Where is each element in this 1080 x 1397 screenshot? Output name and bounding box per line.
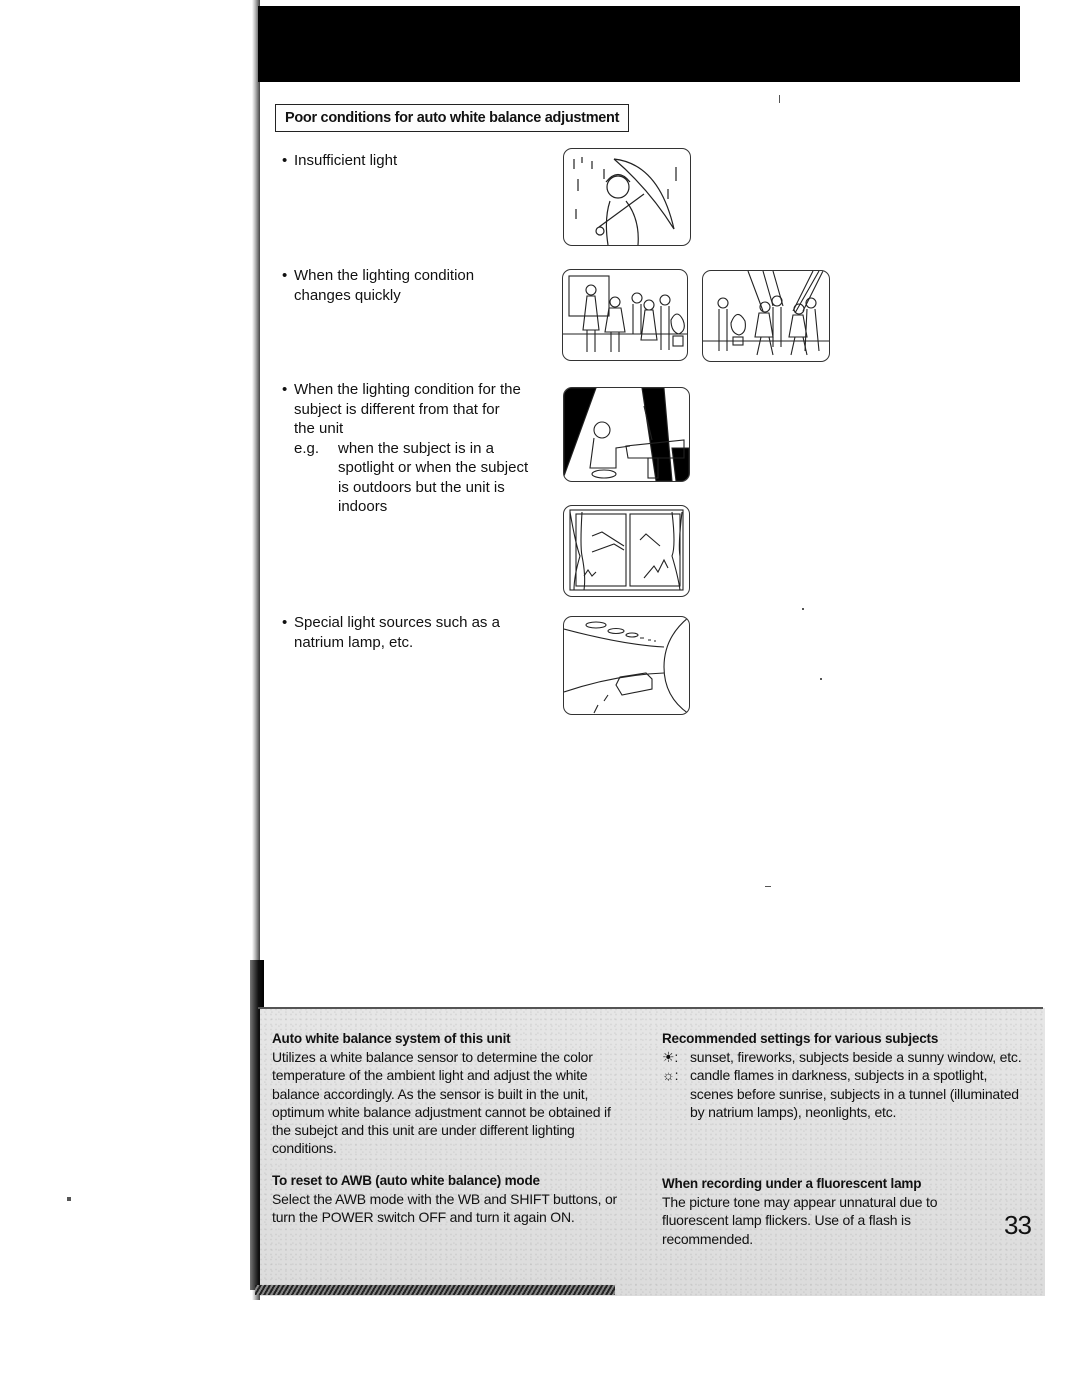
recommended-item-text: candle flames in darkness, subjects in a… — [690, 1067, 1019, 1120]
bullet-dot: • — [282, 152, 288, 169]
condition-item-special-light: • Special light sources such as a natriu… — [282, 613, 500, 652]
outdoor-sun-icon: ☀: — [662, 1049, 679, 1066]
reset-awb-heading: To reset to AWB (auto white balance) mod… — [272, 1173, 540, 1188]
notes-panel-base-shadow — [255, 1285, 615, 1295]
reset-awb-body: Select the AWB mode with the WB and SHIF… — [272, 1191, 618, 1226]
pianist-in-spotlight-illustration — [563, 387, 690, 482]
bullet-dot: • — [282, 614, 288, 631]
condition-text: When the lighting condition changes quic… — [294, 267, 475, 304]
condition-text: When the lighting condition for the subj… — [294, 381, 521, 437]
section-title: Poor conditions for auto white balance a… — [275, 104, 630, 132]
example-text: when the subject is in a spotlight or wh… — [338, 439, 529, 516]
bullet-dot: • — [282, 267, 288, 284]
recommended-item-indoor: ☼: candle flames in darkness, subjects i… — [662, 1066, 1022, 1121]
condition-item-insufficient-light: • Insufficient light — [282, 151, 397, 171]
condition-text: Insufficient light — [294, 152, 398, 169]
awb-system-note: Auto white balance system of this unit U… — [272, 1030, 632, 1157]
header-bar — [258, 6, 1020, 82]
bullet-dot: • — [282, 381, 288, 398]
scan-speck — [67, 1197, 71, 1201]
fluorescent-lamp-note: When recording under a fluorescent lamp … — [662, 1175, 972, 1248]
recommended-item-outdoor: ☀: sunset, fireworks, subjects beside a … — [662, 1048, 1022, 1066]
recommended-settings-note: Recommended settings for various subject… — [662, 1030, 1022, 1121]
scan-speck — [820, 678, 822, 680]
window-with-curtains-illustration — [563, 505, 690, 597]
reset-awb-note: To reset to AWB (auto white balance) mod… — [272, 1172, 632, 1227]
scan-speck — [765, 886, 771, 887]
person-with-umbrella-in-rain-illustration — [563, 148, 691, 246]
party-indoor-illustration — [562, 269, 688, 361]
notes-panel-divider — [258, 1007, 1043, 1009]
condition-item-lighting-changes: • When the lighting condition changes qu… — [282, 266, 474, 305]
awb-system-heading: Auto white balance system of this unit — [272, 1031, 511, 1046]
condition-example: e.g. when the subject is in a spotlight … — [294, 439, 528, 517]
condition-item-different-lighting: • When the lighting condition for the su… — [282, 380, 528, 517]
recommended-heading: Recommended settings for various subject… — [662, 1031, 939, 1046]
fluorescent-heading: When recording under a fluorescent lamp — [662, 1176, 922, 1191]
example-label: e.g. — [294, 439, 320, 457]
page-number: 33 — [1004, 1210, 1032, 1240]
indoor-lamp-icon: ☼: — [662, 1067, 679, 1084]
section-title-text: Poor conditions for auto white balance a… — [285, 110, 620, 126]
condition-text: Special light sources such as a natrium … — [294, 614, 500, 651]
awb-system-body: Utilizes a white balance sensor to deter… — [272, 1049, 611, 1157]
scan-speck — [802, 608, 804, 610]
fluorescent-body: The picture tone may appear unnatural du… — [662, 1194, 938, 1247]
scan-speck — [779, 95, 780, 103]
dance-floor-spotlights-illustration — [702, 270, 830, 362]
recommended-item-text: sunset, fireworks, subjects beside a sun… — [690, 1049, 1022, 1066]
car-in-tunnel-illustration — [563, 616, 690, 715]
